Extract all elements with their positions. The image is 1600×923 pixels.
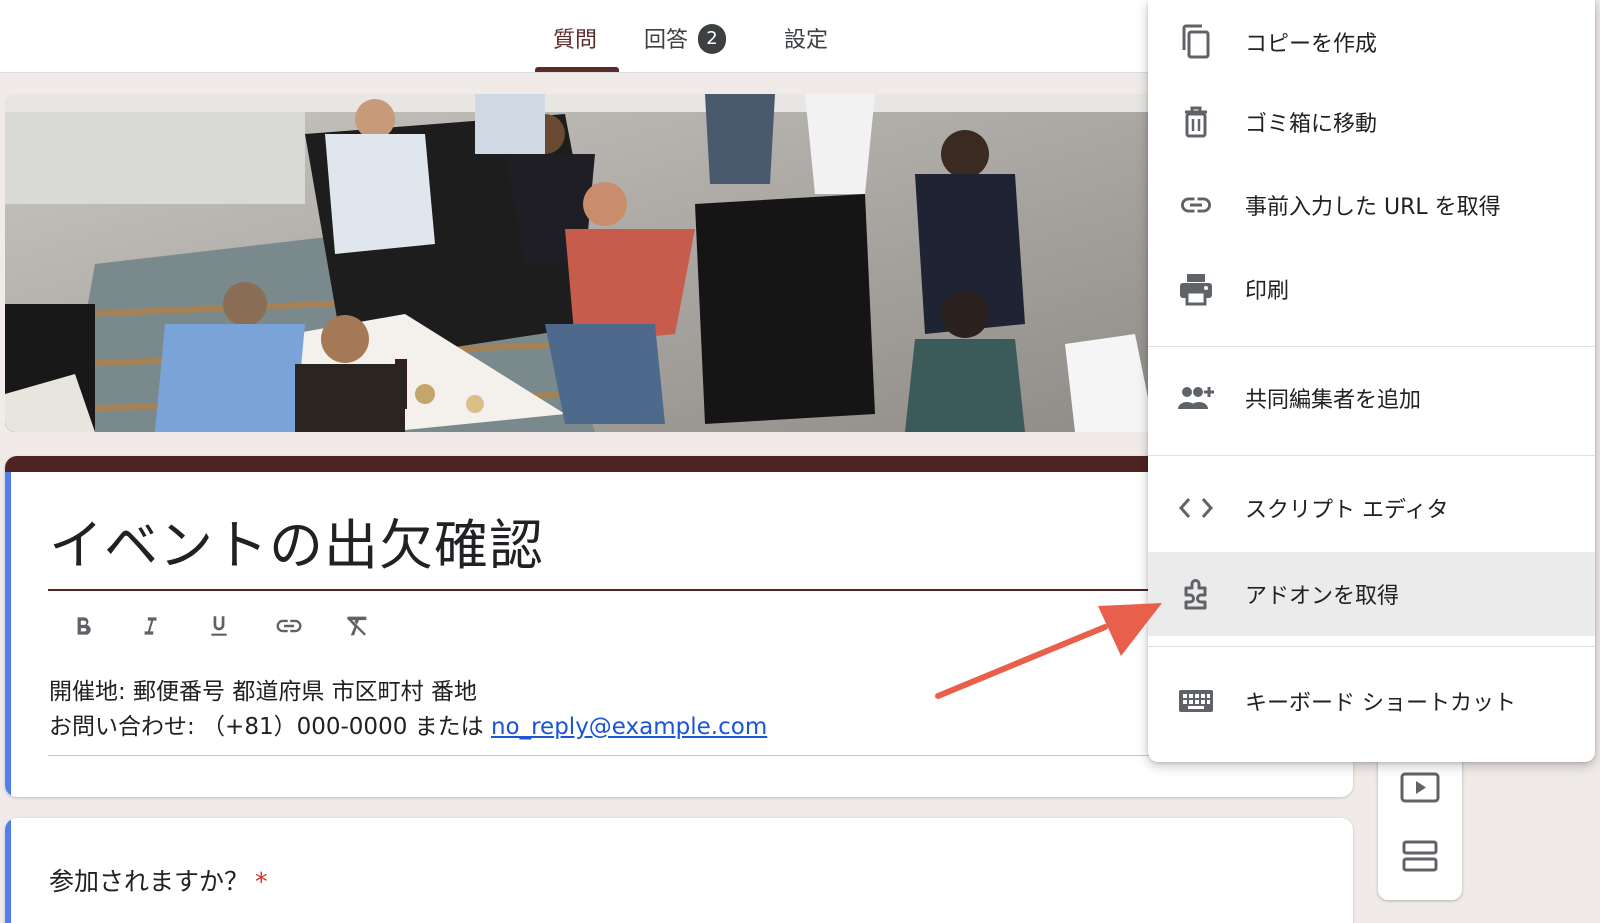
menu-item-label: 共同編集者を追加	[1245, 388, 1422, 413]
tab-settings[interactable]: 設定	[784, 22, 828, 54]
tab-settings-label: 設定	[784, 28, 829, 53]
response-count-badge: 2	[698, 24, 727, 54]
menu-item-label: コピーを作成	[1245, 32, 1378, 57]
menu-divider	[1148, 646, 1595, 647]
menu-divider	[1148, 346, 1595, 347]
add-people-icon	[1176, 378, 1216, 418]
add-section-icon[interactable]	[1398, 834, 1442, 878]
menu-item-add-collaborators[interactable]: 共同編集者を追加	[1148, 356, 1595, 440]
menu-item-label: スクリプト エディタ	[1245, 498, 1449, 523]
menu-item-label: アドオンを取得	[1245, 584, 1400, 609]
required-asterisk: *	[255, 867, 268, 896]
more-options-menu: コピーを作成 ゴミ箱に移動 事前入力した URL を取得 印刷 共同編集者を追加…	[1148, 0, 1595, 762]
menu-item-make-copy[interactable]: コピーを作成	[1148, 0, 1595, 84]
italic-icon[interactable]	[128, 604, 172, 648]
description-address[interactable]: 開催地: 郵便番号 都道府県 市区町村 番地	[49, 672, 477, 706]
focus-indicator	[5, 472, 11, 797]
menu-item-label: 印刷	[1245, 279, 1290, 304]
clear-format-icon[interactable]	[335, 604, 379, 648]
menu-item-get-add-ons[interactable]: アドオンを取得	[1148, 552, 1595, 636]
contact-email-link[interactable]: no_reply@example.com	[491, 714, 767, 740]
print-icon	[1176, 269, 1216, 309]
menu-item-script-editor[interactable]: スクリプト エディタ	[1148, 466, 1595, 550]
code-icon	[1176, 488, 1216, 528]
add-video-icon[interactable]	[1398, 766, 1442, 810]
party-photo-illustration	[5, 94, 1165, 432]
menu-item-print[interactable]: 印刷	[1148, 247, 1595, 331]
menu-item-label: キーボード ショートカット	[1245, 691, 1516, 716]
tab-responses-label: 回答	[644, 28, 689, 53]
question-card[interactable]: 参加されますか？ *	[5, 818, 1353, 923]
question-focus-indicator	[5, 818, 11, 923]
menu-item-prefilled-url[interactable]: 事前入力した URL を取得	[1148, 163, 1595, 247]
menu-item-label: 事前入力した URL を取得	[1245, 195, 1501, 220]
form-title[interactable]: イベントの出欠確認	[49, 501, 544, 580]
keyboard-icon	[1176, 681, 1216, 721]
header-image	[5, 94, 1165, 432]
description-contact[interactable]: お問い合わせ: （+81）000-0000 または no_reply@examp…	[49, 707, 767, 741]
copy-icon	[1176, 22, 1216, 62]
description-contact-text: お問い合わせ: （+81）000-0000 または	[49, 714, 491, 740]
menu-divider	[1148, 455, 1595, 456]
question-text: 参加されますか？	[49, 867, 250, 896]
tab-questions[interactable]: 質問	[553, 22, 597, 54]
tab-questions-label: 質問	[553, 28, 598, 53]
menu-item-keyboard-shortcuts[interactable]: キーボード ショートカット	[1148, 659, 1595, 743]
side-toolbar	[1378, 740, 1462, 900]
tab-responses[interactable]: 回答 2	[644, 22, 727, 56]
link-icon	[1176, 185, 1216, 225]
menu-item-label: ゴミ箱に移動	[1245, 112, 1378, 137]
active-tab-indicator	[535, 67, 619, 72]
link-icon[interactable]	[267, 604, 311, 648]
description-underline	[48, 755, 1338, 756]
title-underline	[48, 589, 1168, 591]
bold-icon[interactable]	[61, 604, 105, 648]
puzzle-icon	[1176, 574, 1216, 614]
question-title: 参加されますか？ *	[49, 862, 268, 898]
menu-item-move-to-trash[interactable]: ゴミ箱に移動	[1148, 80, 1595, 164]
top-tab-bar: 質問 回答 2 設定	[0, 0, 1160, 73]
trash-icon	[1176, 102, 1216, 142]
underline-icon[interactable]	[197, 604, 241, 648]
